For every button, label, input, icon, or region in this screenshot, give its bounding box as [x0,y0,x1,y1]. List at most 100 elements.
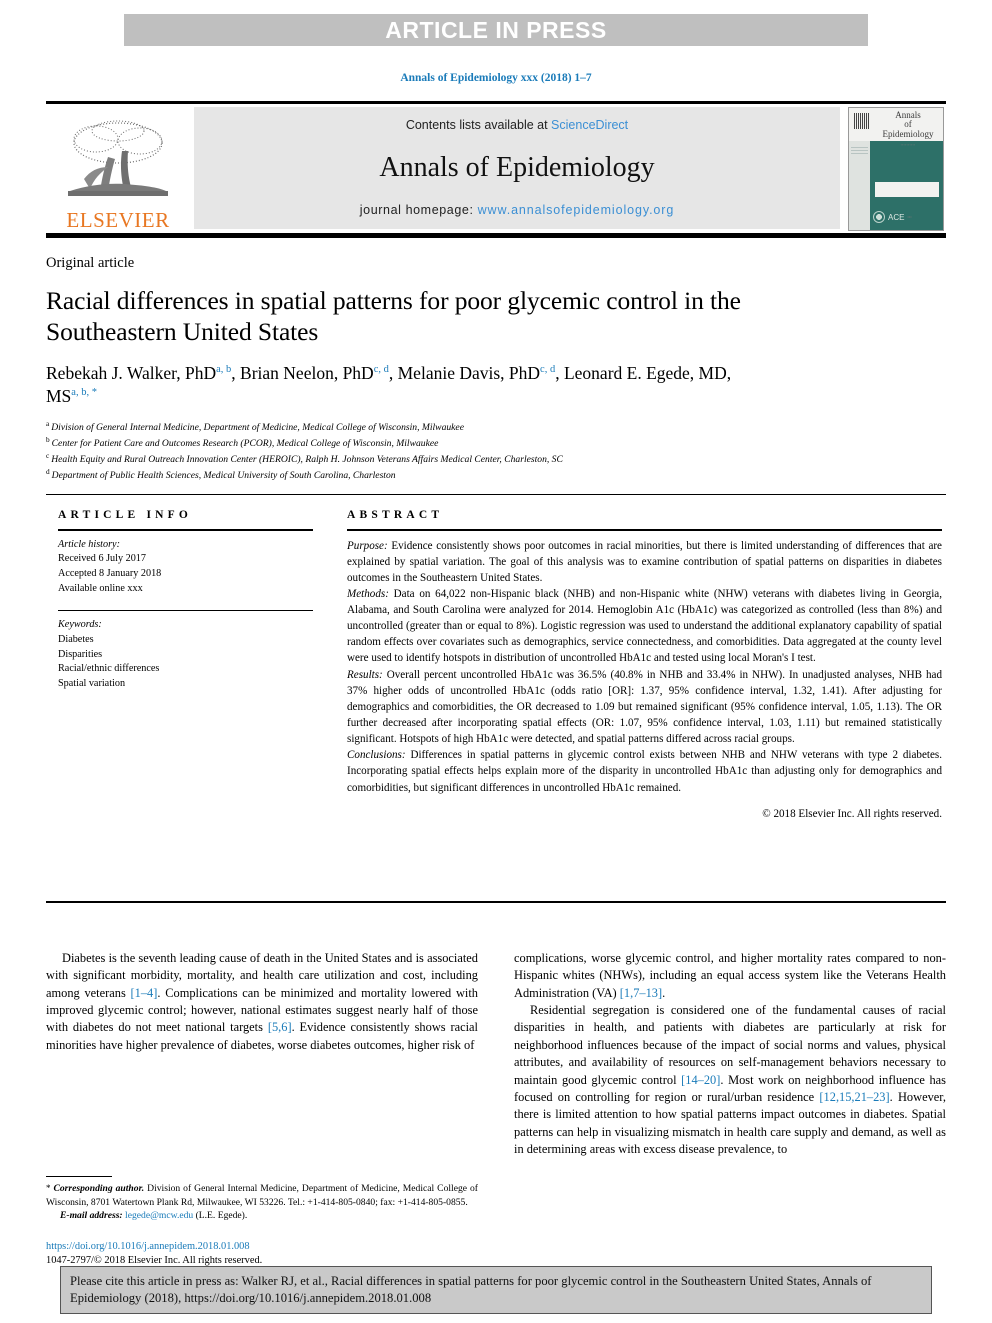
abstract-section: Methods: Data on 64,022 non-Hispanic bla… [347,586,942,667]
corresponding-author-label: Corresponding author. [50,1183,145,1195]
body-paragraph: Diabetes is the seventh leading cause of… [46,950,478,1054]
affiliation-item: b Center for Patient Care and Outcomes Re… [46,435,766,451]
author-2-sep: , [555,362,564,383]
doi-link[interactable]: https://doi.org/10.1016/j.annepidem.2018… [46,1240,546,1254]
masthead-rule-top [46,101,946,104]
affiliation-item: d Department of Public Health Sciences, M… [46,467,766,483]
abstract-section-label: Purpose: [347,539,388,552]
journal-title: Annals of Epidemiology [379,151,655,183]
citation-ref[interactable]: [12,15,21–23] [819,1090,889,1104]
journal-cover-thumbnail: Annals of Epidemiology •••••••••• ACE ••… [848,107,944,231]
ace-emblem-icon [873,211,885,223]
elsevier-logo: ELSEVIER [50,107,186,231]
author-0: Rebekah J. Walker, PhDa, b, [46,363,240,383]
cover-society-suffix: ••• [907,215,912,219]
affiliation-text: Center for Patient Care and Outcomes Res… [51,438,439,450]
footnote-rule [46,1176,112,1178]
affiliation-list: a Division of General Internal Medicine, … [46,419,766,482]
email-label: E-mail address: [60,1210,123,1222]
abstract-band-rule-top [46,494,946,495]
abstract-section-text: Data on 64,022 non-Hispanic black (NHB) … [347,587,942,665]
homepage-prefix: journal homepage: [359,203,478,217]
keywords-label: Keywords: [58,619,102,631]
keyword-item: Spatial variation [58,678,126,690]
page-title: Racial differences in spatial patterns f… [46,286,741,347]
abstract-copyright: © 2018 Elsevier Inc. All rights reserved… [762,807,942,820]
author-0-name: Rebekah J. Walker, PhD [46,362,217,383]
abstract-section-label: Methods: [347,587,389,600]
author-1-marks[interactable]: c, d [374,364,389,375]
elsevier-wordmark: ELSEVIER [66,208,170,232]
keyword-item: Disparities [58,648,103,660]
contents-line: Contents lists available at ScienceDirec… [406,118,628,132]
author-3-marks[interactable]: a, b, * [71,387,97,398]
cover-title-sub: •••••••••• [900,143,916,148]
corresponding-author-footnote: * Corresponding author. Division of Gene… [46,1176,478,1223]
affiliation-item: a Division of General Internal Medicine, … [46,419,766,435]
abstract-section-text: Overall percent uncontrolled HbA1c was 3… [347,668,942,746]
contents-prefix: Contents lists available at [405,118,552,132]
history-item: Received 6 July 2017 [58,553,146,565]
email-link[interactable]: legede@mcw.edu [125,1210,193,1221]
sciencedirect-link[interactable]: ScienceDirect [551,118,628,132]
article-in-press-banner: ARTICLE IN PRESS [124,14,868,46]
keyword-item: Diabetes [58,633,94,645]
cover-title-line3: Epidemiology [882,128,934,139]
abstract-section-label: Results: [347,668,383,681]
body-text: . [662,985,666,1000]
abstract-section: Results: Overall percent uncontrolled Hb… [347,667,942,748]
homepage-link[interactable]: www.annalsofepidemiology.org [478,203,675,217]
body-column-left: Diabetes is the seventh leading cause of… [46,950,478,1158]
citation-ref[interactable]: [1–4] [131,986,158,1000]
article-kind: Original article [46,255,135,271]
citation-ref[interactable]: [5,6] [268,1020,292,1034]
abstract-heading: ABSTRACT [347,509,444,521]
author-list: Rebekah J. Walker, PhDa, b, Brian Neelon… [46,362,766,409]
masthead-rule-bottom [46,233,946,238]
author-1: Brian Neelon, PhDc, d, [240,363,398,383]
homepage-line: journal homepage: www.annalsofepidemiolo… [360,203,674,217]
doi-block: https://doi.org/10.1016/j.annepidem.2018… [46,1240,546,1269]
cite-this-article-text: Please cite this article in press as: Wa… [70,1274,872,1305]
article-in-press-label: ARTICLE IN PRESS [385,16,607,43]
history-item: Accepted 8 January 2018 [58,568,162,580]
article-info-rule [58,529,313,531]
author-1-sep: , [388,362,398,383]
affiliation-text: Health Equity and Rural Outreach Innovat… [51,454,563,466]
article-history-group: Article history: Received 6 July 2017 Ac… [58,538,313,597]
keywords-rule [58,609,313,612]
author-0-sep: , [231,362,241,383]
history-item: Available online xxx [58,582,143,594]
abstract-section: Purpose: Evidence consistently shows poo… [347,538,942,586]
abstract-column: ABSTRACT Purpose: Evidence consistently … [347,509,942,820]
email-line: E-mail address: legede@mcw.edu (L.E. Ege… [46,1209,478,1223]
article-history-label: Article history: [58,538,120,550]
abstract-section-text: Differences in spatial patterns in glyce… [347,749,942,794]
cover-society-label: ACE [888,212,905,222]
cover-society-logo: ACE ••• [873,211,939,223]
cover-title: Annals of Epidemiology •••••••••• [875,110,941,148]
citation-ref[interactable]: [14–20] [681,1073,720,1087]
citation-ref[interactable]: [1,7–13] [620,986,662,1000]
cover-white-band [875,182,939,197]
article-info-column: ARTICLE INFO Article history: Received 6… [58,509,313,705]
author-2-marks[interactable]: c, d [540,364,555,375]
affiliation-text: Division of General Internal Medicine, D… [51,422,464,434]
keywords-group: Keywords: Diabetes Disparities Racial/et… [58,618,313,692]
author-2: Melanie Davis, PhDc, d, [398,363,564,383]
abstract-section-label: Conclusions: [347,749,406,762]
body-text: complications, worse glycemic control, a… [514,951,946,1000]
author-0-marks[interactable]: a, b [216,364,231,375]
abstract-section-text: Evidence consistently shows poor outcome… [347,539,942,584]
journal-masthead: ELSEVIER Contents lists available at Sci… [46,101,946,238]
abstract-section: Conclusions: Differences in spatial patt… [347,747,942,795]
article-info-heading: ARTICLE INFO [58,509,193,521]
author-1-name: Brian Neelon, PhD [240,362,374,383]
keyword-item: Racial/ethnic differences [58,663,160,675]
body-paragraph: Residential segregation is considered on… [514,1002,946,1158]
body-paragraph: complications, worse glycemic control, a… [514,950,946,1002]
affiliation-item: c Health Equity and Rural Outreach Innova… [46,451,766,467]
running-head: Annals of Epidemiology xxx (2018) 1–7 [400,72,592,84]
cite-this-article-box: Please cite this article in press as: Wa… [60,1266,932,1315]
abstract-band-rule-bottom [46,901,946,903]
